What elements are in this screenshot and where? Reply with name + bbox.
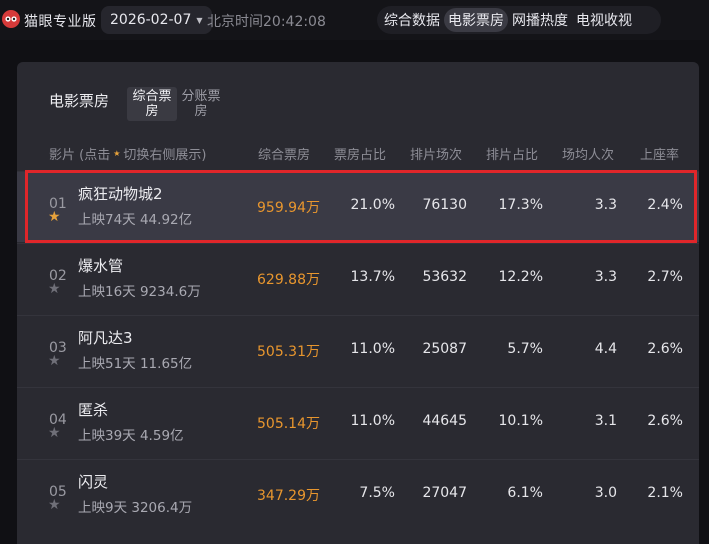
row-boxoffice-share: 21.0% — [350, 197, 395, 213]
star-icon[interactable]: ★ — [48, 281, 61, 297]
row-boxoffice-share: 11.0% — [350, 341, 395, 357]
column-header-boxoffice-share[interactable]: 票房占比 — [334, 144, 386, 163]
column-header-avg-attendance[interactable]: 场均人次 — [562, 144, 614, 163]
top-bar: 猫眼专业版 2026-02-07 ▼ 北京时间20:42:08 综合数据 电影票… — [0, 0, 709, 40]
date-selector[interactable]: 2026-02-07 ▼ — [101, 6, 212, 34]
table-row[interactable]: 05 闪灵 ★ 上映9天 3206.4万 347.29万 7.5% 27047 … — [17, 459, 699, 530]
row-film-name: 阿凡达3 — [78, 329, 133, 347]
row-screening-share: 5.7% — [507, 341, 543, 357]
beijing-clock: 北京时间20:42:08 — [207, 14, 326, 30]
row-avg-attendance: 4.4 — [594, 341, 617, 357]
maoyan-logo-icon — [2, 10, 20, 28]
date-value: 2026-02-07 — [110, 12, 192, 28]
nav-tab-streaming-heat[interactable]: 网播热度 — [508, 8, 572, 32]
row-avg-attendance: 3.1 — [594, 413, 617, 429]
subtab-label-line1: 综合票 — [132, 89, 172, 104]
row-screenings: 27047 — [422, 485, 467, 501]
row-occupancy: 2.7% — [647, 269, 683, 285]
row-film-name: 匿杀 — [78, 401, 109, 419]
row-occupancy: 2.4% — [647, 197, 683, 213]
subtab-split-boxoffice[interactable]: 分账票 房 — [176, 87, 226, 121]
star-icon[interactable]: ★ — [48, 497, 61, 513]
subtab-label-line2: 房 — [145, 104, 159, 119]
row-boxoffice: 505.14万 — [257, 416, 320, 432]
row-release-info: 上映51天 11.65亿 — [78, 356, 193, 372]
column-header-screenings[interactable]: 排片场次 — [410, 144, 462, 163]
nav-tab-overview[interactable]: 综合数据 — [380, 8, 444, 32]
subtab-label-line2: 房 — [194, 104, 208, 119]
row-boxoffice: 505.31万 — [257, 344, 320, 360]
chevron-down-icon: ▼ — [196, 15, 203, 25]
column-header-film-prefix: 影片 (点击 — [49, 148, 111, 163]
boxoffice-panel: 电影票房 综合票 房 分账票 房 影片 (点击 ★ 切换右侧展示) 综合票房 票… — [17, 62, 699, 544]
row-screenings: 76130 — [422, 197, 467, 213]
star-icon[interactable]: ★ — [48, 425, 61, 441]
row-screening-share: 10.1% — [498, 413, 543, 429]
subtab-label-line1: 分账票 — [181, 89, 221, 104]
subtab-combined-boxoffice[interactable]: 综合票 房 — [127, 87, 177, 121]
row-boxoffice: 629.88万 — [257, 272, 320, 288]
row-screening-share: 6.1% — [507, 485, 543, 501]
row-release-info: 上映39天 4.59亿 — [78, 428, 184, 444]
row-boxoffice-share: 7.5% — [359, 485, 395, 501]
column-header-screening-share[interactable]: 排片占比 — [486, 144, 538, 163]
star-icon[interactable]: ★ — [48, 353, 61, 369]
panel-title: 电影票房 — [49, 92, 110, 110]
row-occupancy: 2.6% — [647, 413, 683, 429]
nav-tab-movie-boxoffice[interactable]: 电影票房 — [444, 8, 508, 32]
app-name: 猫眼专业版 — [24, 14, 97, 30]
top-nav: 综合数据 电影票房 网播热度 电视收视 — [377, 6, 661, 34]
row-screenings: 25087 — [422, 341, 467, 357]
row-boxoffice-share: 11.0% — [350, 413, 395, 429]
nav-tab-tv-ratings[interactable]: 电视收视 — [572, 8, 636, 32]
row-screenings: 44645 — [422, 413, 467, 429]
table-row[interactable]: 04 匿杀 ★ 上映39天 4.59亿 505.14万 11.0% 44645 … — [17, 387, 699, 458]
row-avg-attendance: 3.0 — [594, 485, 617, 501]
row-release-info: 上映16天 9234.6万 — [78, 284, 201, 300]
table-row[interactable]: 01 疯狂动物城2 ★ 上映74天 44.92亿 959.94万 21.0% 7… — [17, 171, 699, 242]
star-icon: ★ — [113, 149, 121, 158]
row-boxoffice: 347.29万 — [257, 488, 320, 504]
row-occupancy: 2.1% — [647, 485, 683, 501]
row-release-info: 上映74天 44.92亿 — [78, 212, 193, 228]
column-header-film: 影片 (点击 ★ 切换右侧展示) — [49, 144, 206, 163]
column-header-boxoffice[interactable]: 综合票房 — [258, 144, 310, 163]
row-screening-share: 17.3% — [498, 197, 543, 213]
row-boxoffice: 959.94万 — [257, 200, 320, 216]
row-occupancy: 2.6% — [647, 341, 683, 357]
row-avg-attendance: 3.3 — [594, 269, 617, 285]
row-film-name: 爆水管 — [78, 257, 124, 275]
row-release-info: 上映9天 3206.4万 — [78, 500, 193, 516]
row-screening-share: 12.2% — [498, 269, 543, 285]
table-row[interactable]: 03 阿凡达3 ★ 上映51天 11.65亿 505.31万 11.0% 250… — [17, 315, 699, 386]
column-header-occupancy[interactable]: 上座率 — [640, 144, 679, 163]
row-avg-attendance: 3.3 — [594, 197, 617, 213]
star-icon[interactable]: ★ — [48, 209, 61, 225]
row-boxoffice-share: 13.7% — [350, 269, 395, 285]
row-screenings: 53632 — [422, 269, 467, 285]
row-film-name: 闪灵 — [78, 473, 109, 491]
table-row[interactable]: 02 爆水管 ★ 上映16天 9234.6万 629.88万 13.7% 536… — [17, 243, 699, 314]
row-film-name: 疯狂动物城2 — [78, 185, 163, 203]
column-header-film-suffix: 切换右侧展示) — [123, 148, 207, 163]
